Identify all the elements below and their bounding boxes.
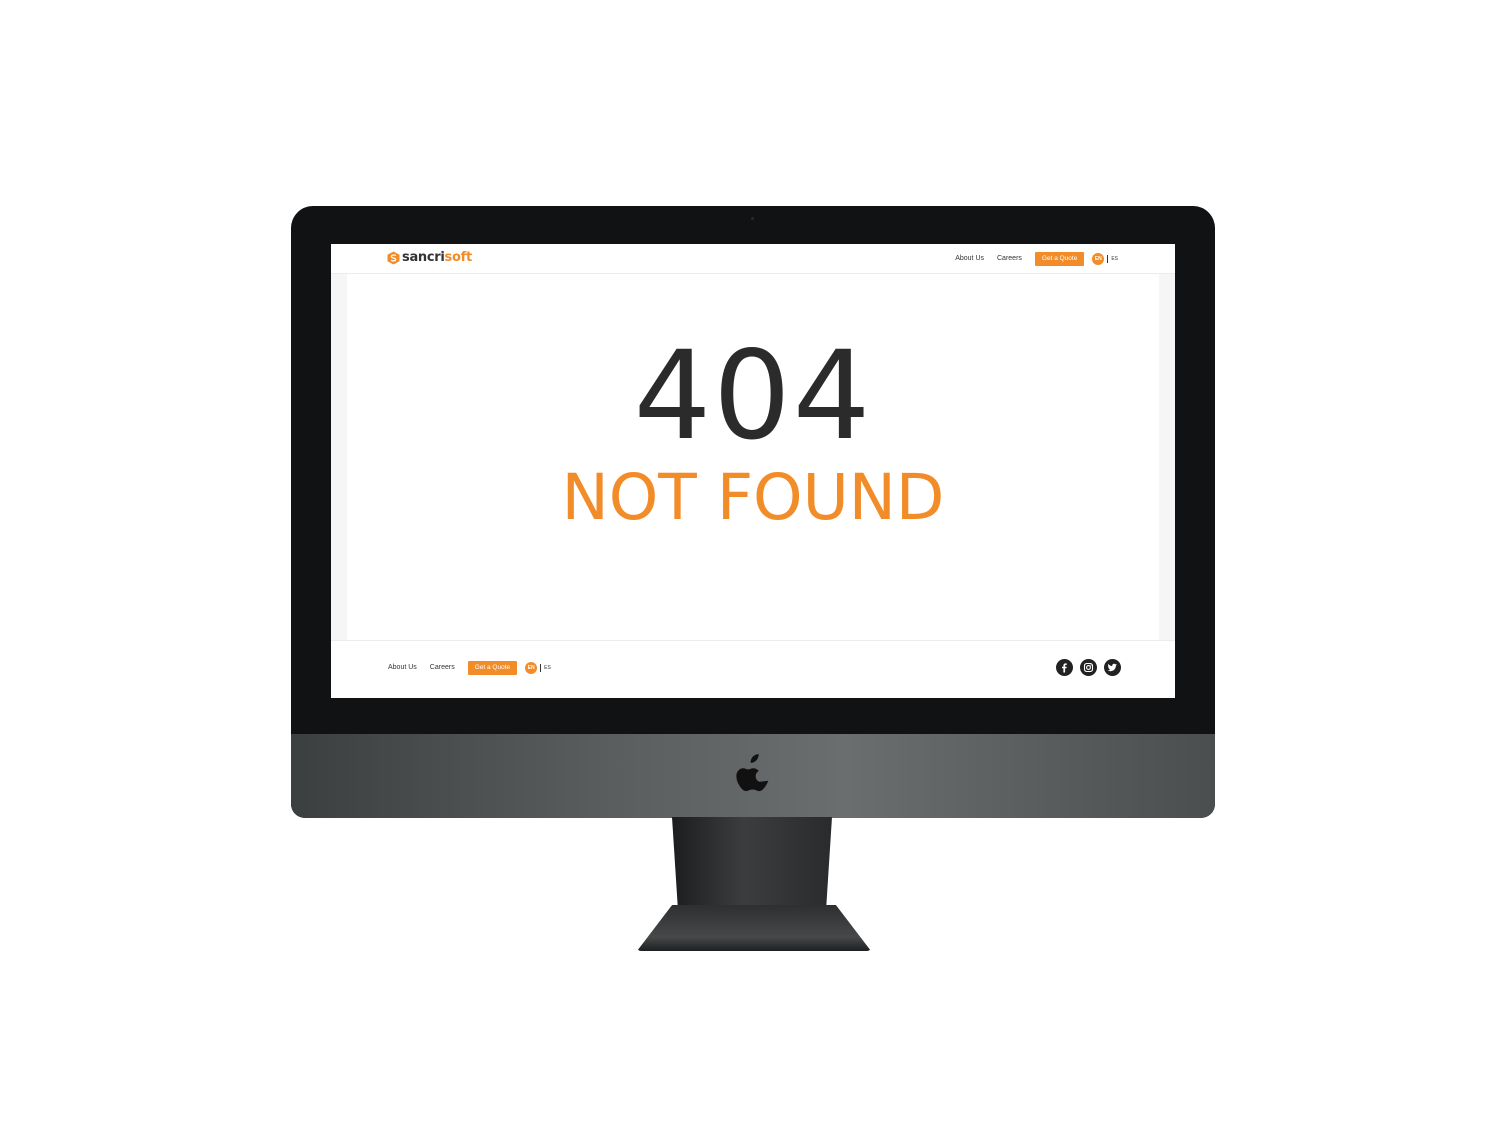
- footer-language-es-link[interactable]: ES: [544, 665, 551, 671]
- error-message: NOT FOUND: [561, 461, 945, 534]
- language-es-link[interactable]: ES: [1111, 256, 1118, 262]
- camera-dot: [751, 217, 754, 220]
- header-nav: About Us Careers Get a Quote EN ES: [955, 251, 1118, 266]
- footer-nav: About Us Careers Get a Quote EN ES: [388, 660, 551, 675]
- instagram-icon[interactable]: [1080, 659, 1097, 676]
- language-en-badge[interactable]: EN: [1092, 252, 1105, 265]
- footer-nav-careers[interactable]: Careers: [430, 664, 455, 671]
- monitor-stand-base: [637, 905, 871, 951]
- apple-logo-icon: [736, 754, 769, 792]
- footer-get-a-quote-button[interactable]: Get a Quote: [467, 660, 518, 675]
- facebook-icon[interactable]: [1056, 659, 1073, 676]
- error-code: 404: [633, 325, 873, 467]
- screen: sancrisoft About Us Careers Get a Quote …: [331, 244, 1175, 698]
- logo-hexagon-icon: [387, 251, 400, 265]
- footer-language-separator: [540, 663, 542, 672]
- footer-language-en-badge[interactable]: EN: [525, 661, 538, 674]
- nav-about-us[interactable]: About Us: [955, 255, 984, 262]
- monitor-stand-neck: [672, 817, 832, 917]
- get-a-quote-button[interactable]: Get a Quote: [1034, 251, 1085, 266]
- site-header: sancrisoft About Us Careers Get a Quote …: [331, 244, 1175, 274]
- site-logo[interactable]: sancrisoft: [387, 250, 472, 266]
- nav-careers[interactable]: Careers: [997, 255, 1022, 262]
- logo-wordmark: sancrisoft: [402, 250, 472, 265]
- monitor-chin: [291, 734, 1215, 818]
- language-separator: [1107, 254, 1109, 263]
- twitter-icon[interactable]: [1104, 659, 1121, 676]
- footer-nav-about-us[interactable]: About Us: [388, 664, 417, 671]
